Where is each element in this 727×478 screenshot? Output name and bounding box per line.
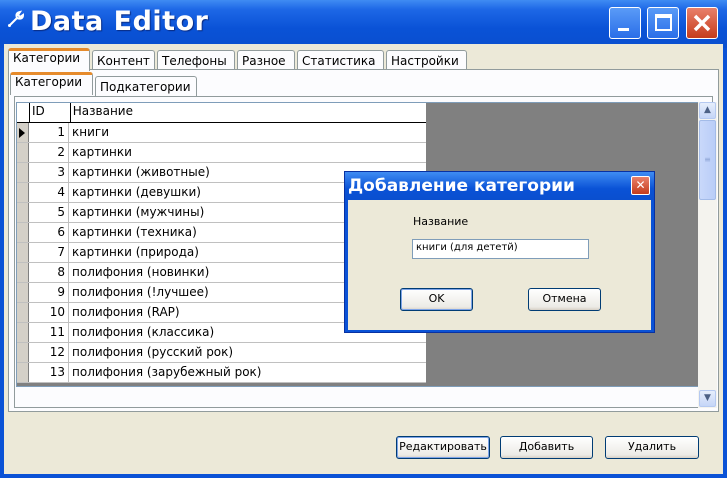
cell-id[interactable]: 13 xyxy=(29,363,69,382)
dialog-close-button[interactable]: ✕ xyxy=(631,176,650,195)
header-selector xyxy=(17,103,30,122)
window-title: Data Editor xyxy=(30,6,209,37)
cell-name[interactable]: картинки xyxy=(69,143,426,162)
cell-id[interactable]: 8 xyxy=(29,263,69,282)
row-selector[interactable] xyxy=(17,223,29,242)
cell-id[interactable]: 5 xyxy=(29,203,69,222)
edit-button[interactable]: Редактировать xyxy=(396,436,490,459)
chevron-up-icon: ▲ xyxy=(704,105,711,115)
current-row-icon xyxy=(19,128,25,138)
tab-statistics[interactable]: Статистика xyxy=(297,50,384,70)
app-window: Data Editor Категории Контент Телефоны Р… xyxy=(0,0,727,478)
row-selector[interactable] xyxy=(17,363,29,382)
cell-name[interactable]: полифония (зарубежный рок) xyxy=(69,363,426,382)
add-button[interactable]: Добавить xyxy=(500,436,593,459)
scroll-up-button[interactable]: ▲ xyxy=(699,102,716,119)
dialog-body: Название книги (для дететй) OK Отмена xyxy=(348,200,651,330)
close-icon: ✕ xyxy=(635,178,646,192)
title-bar[interactable]: Data Editor xyxy=(0,0,727,48)
minimize-icon xyxy=(618,28,629,31)
table-row[interactable]: 2 картинки xyxy=(17,143,426,163)
name-label: Название xyxy=(413,215,469,228)
cell-id[interactable]: 3 xyxy=(29,163,69,182)
close-icon xyxy=(693,14,711,32)
cell-id[interactable]: 9 xyxy=(29,283,69,302)
scroll-down-button[interactable]: ▼ xyxy=(699,390,716,407)
row-selector[interactable] xyxy=(17,203,29,222)
column-header-id[interactable]: ID xyxy=(30,103,71,122)
row-selector[interactable] xyxy=(17,283,29,302)
subtab-subcategories[interactable]: Подкатегории xyxy=(95,76,197,96)
table-row[interactable]: 12 полифония (русский рок) xyxy=(17,343,426,363)
cell-id[interactable]: 12 xyxy=(29,343,69,362)
ok-button[interactable]: OK xyxy=(400,288,473,311)
row-selector[interactable] xyxy=(17,163,29,182)
tab-categories[interactable]: Категории xyxy=(8,48,90,71)
cell-id[interactable]: 6 xyxy=(29,223,69,242)
row-selector[interactable] xyxy=(17,243,29,262)
cell-id[interactable]: 11 xyxy=(29,323,69,342)
cell-id[interactable]: 4 xyxy=(29,183,69,202)
row-selector[interactable] xyxy=(17,323,29,342)
row-selector[interactable] xyxy=(17,143,29,162)
maximize-button[interactable] xyxy=(647,7,679,39)
scroll-thumb[interactable]: ≡ xyxy=(699,120,716,200)
row-selector[interactable] xyxy=(17,183,29,202)
delete-button[interactable]: Удалить xyxy=(605,436,699,459)
row-selector[interactable] xyxy=(17,263,29,282)
grid-header: ID Название xyxy=(17,103,426,123)
chevron-down-icon: ▼ xyxy=(704,393,711,403)
tab-phones[interactable]: Телефоны xyxy=(157,50,235,70)
tab-content[interactable]: Контент xyxy=(92,50,155,70)
column-header-name[interactable]: Название xyxy=(71,103,426,122)
maximize-icon xyxy=(655,14,672,31)
subtab-categories[interactable]: Категории xyxy=(10,72,93,95)
tab-misc[interactable]: Разное xyxy=(237,50,295,70)
row-selector[interactable] xyxy=(17,123,29,142)
minimize-button[interactable] xyxy=(609,7,641,39)
add-category-dialog: Добавление категории ✕ Название книги (д… xyxy=(344,171,655,333)
cell-id[interactable]: 7 xyxy=(29,243,69,262)
name-input[interactable]: книги (для дететй) xyxy=(412,239,589,259)
tab-settings[interactable]: Настройки xyxy=(386,50,467,70)
table-row[interactable]: 1 книги xyxy=(17,123,426,143)
cell-name[interactable]: книги xyxy=(69,123,426,142)
cell-id[interactable]: 2 xyxy=(29,143,69,162)
dialog-title: Добавление категории xyxy=(348,176,575,196)
row-selector[interactable] xyxy=(17,343,29,362)
table-row[interactable]: 13 полифония (зарубежный рок) xyxy=(17,363,426,383)
close-button[interactable] xyxy=(686,7,718,39)
cell-id[interactable]: 10 xyxy=(29,303,69,322)
cancel-button[interactable]: Отмена xyxy=(528,288,601,311)
vertical-scrollbar[interactable]: ▲ ≡ ▼ xyxy=(698,102,717,408)
wrench-icon xyxy=(8,10,25,27)
cell-id[interactable]: 1 xyxy=(29,123,69,142)
row-selector[interactable] xyxy=(17,303,29,322)
dialog-title-bar[interactable]: Добавление категории ✕ xyxy=(345,172,654,200)
cell-name[interactable]: полифония (русский рок) xyxy=(69,343,426,362)
